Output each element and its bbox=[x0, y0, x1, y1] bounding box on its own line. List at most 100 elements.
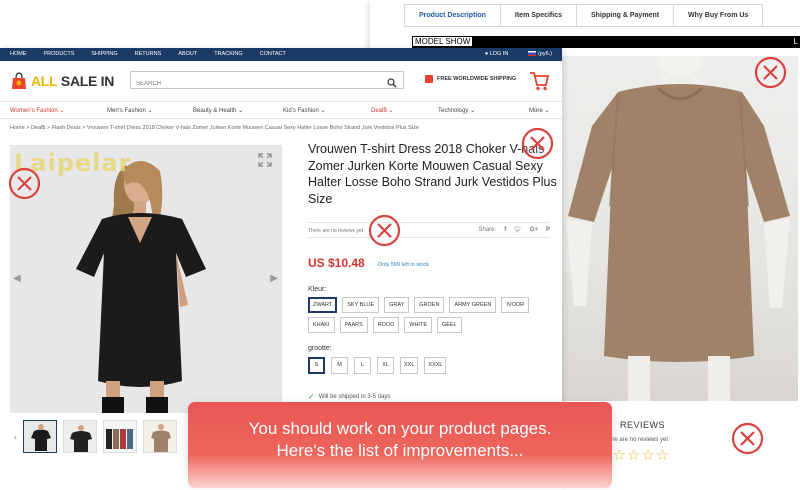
shopping-bag-logo-icon bbox=[10, 72, 28, 90]
thumb-prev-icon[interactable]: ‹ bbox=[14, 432, 17, 442]
size-option-m[interactable]: M bbox=[331, 357, 348, 374]
size-option-xl[interactable]: XL bbox=[377, 357, 394, 374]
model-black-dress-illustration bbox=[10, 145, 282, 413]
nav-about[interactable]: ABOUT bbox=[178, 48, 197, 61]
shop-header: ALL SALE IN FREE WORLDWIDE SHIPPING bbox=[0, 61, 562, 101]
check-icon: ✓ bbox=[308, 392, 315, 401]
cat-deals[interactable]: Deal$ ⌄ bbox=[371, 107, 393, 114]
cat-more[interactable]: More ⌄ bbox=[529, 107, 549, 114]
search-icon[interactable] bbox=[387, 75, 397, 88]
top-nav-links: HOME PRODUCTS SHIPPING RETURNS ABOUT TRA… bbox=[10, 48, 286, 61]
store-name: ALL SALE IN bbox=[31, 73, 114, 89]
no-reviews-text: There are no reviews yet bbox=[308, 228, 364, 234]
cat-mens-fashion-label: Men's Fashion bbox=[107, 108, 146, 114]
cart-button[interactable] bbox=[528, 70, 550, 92]
cat-kids-fashion[interactable]: Kid's Fashion ⌄ bbox=[283, 107, 326, 114]
banner-line-2: Here's the list of improvements... bbox=[276, 441, 524, 460]
nav-tracking[interactable]: TRACKING bbox=[214, 48, 242, 61]
issue-x-icon bbox=[8, 167, 41, 200]
cat-womens-fashion[interactable]: Women's Fashion ⌄ bbox=[10, 107, 64, 114]
banner-text: You should work on your product pages. H… bbox=[188, 418, 612, 462]
size-label: grootte: bbox=[308, 345, 332, 352]
twitter-icon[interactable]: 🐦︎ bbox=[514, 226, 522, 233]
share-label: Share: bbox=[478, 226, 497, 233]
tab-shipping-payment[interactable]: Shipping & Payment bbox=[575, 4, 675, 26]
top-navigation-bar: HOME PRODUCTS SHIPPING RETURNS ABOUT TRA… bbox=[0, 48, 562, 61]
free-shipping-text: FREE WORLDWIDE SHIPPING bbox=[437, 76, 517, 82]
mannequin-dress-illustration bbox=[566, 56, 790, 401]
color-option-army-green[interactable]: ARMY GREEN bbox=[449, 297, 497, 313]
color-option-gray[interactable]: GRAY bbox=[384, 297, 410, 313]
search-box bbox=[130, 71, 404, 92]
category-navigation: Women's Fashion ⌄ Men's Fashion ⌄ Beauty… bbox=[0, 101, 562, 119]
store-name-a: ALL bbox=[31, 73, 58, 89]
facebook-icon[interactable]: f bbox=[504, 227, 506, 233]
gift-icon bbox=[425, 75, 433, 83]
breadcrumb[interactable]: Home > Deal$ > Flash Deals > Vrouwen T-s… bbox=[10, 125, 419, 131]
cat-kids-fashion-label: Kid's Fashion bbox=[283, 108, 319, 114]
model-photo bbox=[558, 56, 798, 401]
color-option-sky-blue[interactable]: SKY BLUE bbox=[342, 297, 380, 313]
cat-beauty-health[interactable]: Beauty & Health ⌄ bbox=[193, 107, 243, 114]
thumbnail[interactable] bbox=[23, 420, 57, 453]
cat-technology-label: Technology bbox=[438, 108, 469, 114]
color-options: ZWART SKY BLUE GRAY GROEN ARMY GREEN IVO… bbox=[308, 297, 558, 333]
size-options: S M L XL XXL XXXL bbox=[308, 357, 447, 374]
tab-product-description[interactable]: Product Description bbox=[404, 4, 501, 26]
nav-home[interactable]: HOME bbox=[10, 48, 27, 61]
tab-item-specifics[interactable]: Item Specifics bbox=[499, 4, 577, 26]
size-option-l[interactable]: L bbox=[354, 357, 371, 374]
top-nav-account: ● LOG IN (py6.) bbox=[485, 48, 552, 61]
nav-contact[interactable]: CONTACT bbox=[260, 48, 286, 61]
nav-returns[interactable]: RETURNS bbox=[135, 48, 162, 61]
cat-mens-fashion[interactable]: Men's Fashion ⌄ bbox=[107, 107, 153, 114]
model-show-label: MODEL SHOW bbox=[412, 36, 474, 47]
reviews-heading: REVIEWS bbox=[620, 420, 666, 430]
tab-divider bbox=[404, 26, 800, 27]
nav-products[interactable]: PRODUCTS bbox=[44, 48, 75, 61]
thumbnail[interactable] bbox=[103, 420, 137, 453]
improvement-banner: You should work on your product pages. H… bbox=[188, 402, 612, 488]
issue-x-icon bbox=[368, 214, 401, 247]
shipping-note: ✓ Will be shipped in 3-5 days bbox=[308, 392, 390, 401]
color-option-groen[interactable]: GROEN bbox=[414, 297, 445, 313]
thumbnail-strip: ‹ bbox=[14, 420, 177, 453]
color-option-ivoor[interactable]: IVOOR bbox=[501, 297, 530, 313]
tab-why-buy[interactable]: Why Buy From Us bbox=[673, 4, 764, 26]
login-link[interactable]: ● LOG IN bbox=[485, 48, 509, 61]
color-option-zwart[interactable]: ZWART bbox=[308, 297, 338, 313]
next-image-icon[interactable]: ▶ bbox=[270, 273, 278, 284]
cat-womens-fashion-label: Women's Fashion bbox=[10, 108, 58, 114]
color-option-geel[interactable]: GEEL bbox=[437, 317, 462, 333]
prev-image-icon[interactable]: ◀ bbox=[13, 273, 21, 284]
nav-shipping[interactable]: SHIPPING bbox=[91, 48, 117, 61]
flag-icon bbox=[528, 51, 537, 57]
color-option-khaki[interactable]: KHAKI bbox=[308, 317, 335, 333]
thumbnail[interactable] bbox=[63, 420, 97, 453]
cat-beauty-health-label: Beauty & Health bbox=[193, 108, 237, 114]
size-option-xxxl[interactable]: XXXL bbox=[424, 357, 447, 374]
login-label: LOG IN bbox=[489, 51, 509, 57]
color-option-paars[interactable]: PAARS bbox=[339, 317, 368, 333]
color-option-white[interactable]: WHITE bbox=[404, 317, 432, 333]
free-shipping-badge: FREE WORLDWIDE SHIPPING bbox=[425, 75, 516, 83]
cart-icon bbox=[530, 72, 550, 91]
pinterest-icon[interactable]: P bbox=[546, 227, 550, 233]
store-logo[interactable]: ALL SALE IN bbox=[10, 70, 114, 92]
size-option-s[interactable]: S bbox=[308, 357, 325, 374]
cat-more-label: More bbox=[529, 108, 543, 114]
banner-line-1: You should work on your product pages. bbox=[248, 419, 552, 438]
google-plus-icon[interactable]: G+ bbox=[530, 227, 538, 233]
model-show-right: L bbox=[793, 37, 798, 46]
currency-selector[interactable]: (py6.) bbox=[528, 48, 552, 61]
color-option-rood[interactable]: ROOD bbox=[372, 317, 400, 333]
cat-technology[interactable]: Technology ⌄ bbox=[438, 107, 475, 114]
search-input[interactable] bbox=[131, 76, 381, 92]
currency-label: (py6.) bbox=[537, 51, 552, 57]
issue-x-icon bbox=[521, 127, 554, 160]
size-option-xxl[interactable]: XXL bbox=[400, 357, 419, 374]
thumbnail[interactable] bbox=[143, 420, 177, 453]
expand-icon[interactable] bbox=[258, 153, 272, 167]
product-main-image[interactable]: Laipelar ◀ ▶ bbox=[10, 145, 282, 413]
issue-x-icon bbox=[731, 422, 764, 455]
